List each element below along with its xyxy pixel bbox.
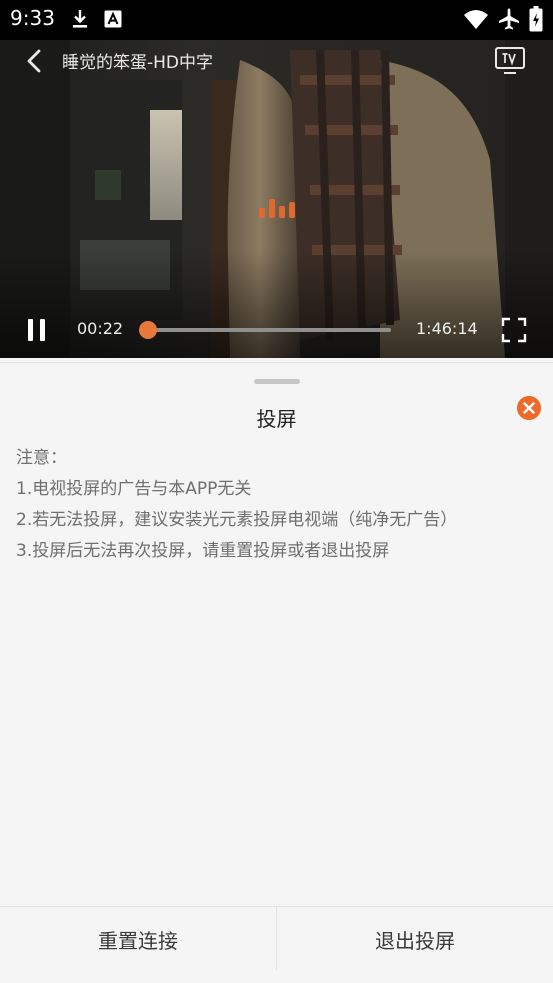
notice-text: 注意： 1.电视投屏的广告与本APP无关 2.若无法投屏，建议安装光元素投屏电视…	[16, 443, 544, 567]
tv-cast-icon[interactable]	[494, 46, 526, 76]
close-icon[interactable]	[517, 396, 541, 420]
cast-bottom-sheet: 投屏 注意： 1.电视投屏的广告与本APP无关 2.若无法投屏，建议安装光元素投…	[0, 362, 553, 983]
drag-handle[interactable]	[254, 379, 300, 384]
player-controls: 00:22 1:46:14	[0, 308, 553, 352]
back-arrow-icon[interactable]	[20, 46, 50, 76]
app-screen: 9:33 睡觉的笨蛋-HD中字 00:22 1:46:14 投屏 注意： 1.电…	[0, 0, 553, 983]
status-time: 9:33	[10, 6, 55, 30]
seek-bar[interactable]	[138, 321, 391, 339]
notice-item: 3.投屏后无法再次投屏，请重置投屏或者退出投屏	[16, 541, 390, 561]
fullscreen-icon[interactable]	[500, 316, 528, 344]
seek-thumb[interactable]	[138, 321, 157, 339]
current-time: 00:22	[77, 319, 124, 338]
notice-heading: 注意：	[16, 448, 67, 468]
sheet-actions: 重置连接 退出投屏	[0, 906, 553, 983]
a-notification-icon	[104, 10, 122, 28]
video-title: 睡觉的笨蛋-HD中字	[62, 53, 214, 73]
status-bar: 9:33	[0, 0, 553, 40]
wifi-icon	[464, 10, 488, 29]
pause-icon[interactable]	[24, 316, 52, 344]
notice-item: 1.电视投屏的广告与本APP无关	[16, 479, 252, 499]
download-icon	[73, 10, 87, 28]
exit-cast-button[interactable]: 退出投屏	[277, 907, 553, 971]
video-player[interactable]: 睡觉的笨蛋-HD中字 00:22 1:46:14	[0, 40, 553, 358]
airplane-icon	[499, 8, 519, 30]
reset-connection-button[interactable]: 重置连接	[0, 907, 276, 971]
sheet-title: 投屏	[256, 407, 297, 431]
battery-charging-icon	[529, 6, 543, 32]
total-time: 1:46:14	[416, 319, 478, 338]
buffering-icon	[259, 199, 295, 218]
player-top-bar: 睡觉的笨蛋-HD中字	[0, 40, 553, 84]
notice-item: 2.若无法投屏，建议安装光元素投屏电视端（纯净无广告）	[16, 510, 458, 530]
